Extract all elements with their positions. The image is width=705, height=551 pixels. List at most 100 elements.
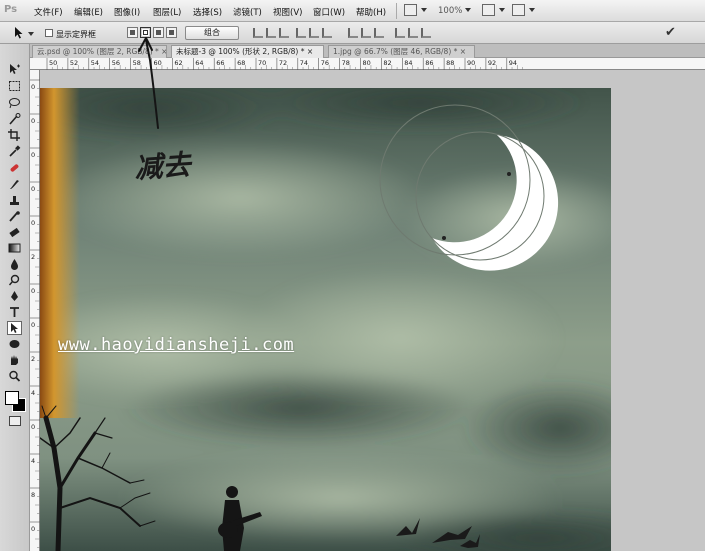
menu-filter[interactable]: 滤镜(T): [233, 6, 262, 18]
type-tool-icon[interactable]: [8, 306, 21, 318]
distribute-hcenter-icon[interactable]: [408, 28, 418, 38]
ruler-label: 4: [31, 457, 35, 465]
ruler-label: 80: [363, 59, 371, 67]
screen-mode-toggle-icon[interactable]: [512, 4, 525, 16]
vertical-ruler: 0 0 0 0 0 2 0 0 2 4 0 4 8 0: [30, 70, 40, 551]
move-tool-icon[interactable]: [8, 63, 21, 75]
add-to-shape-icon[interactable]: [127, 27, 138, 38]
combine-button[interactable]: 组合: [185, 26, 239, 40]
menu-layer[interactable]: 图层(L): [153, 6, 181, 18]
chevron-down-icon[interactable]: [28, 32, 34, 36]
align-vcenter-icon[interactable]: [266, 28, 276, 38]
foreground-color-swatch[interactable]: [5, 391, 19, 405]
ruler-label: 0: [31, 117, 35, 125]
quick-selection-tool-icon[interactable]: [8, 113, 21, 125]
distribute-right-icon[interactable]: [421, 28, 431, 38]
pen-tool-icon[interactable]: [8, 290, 21, 302]
chevron-down-icon[interactable]: [499, 8, 505, 12]
menu-image[interactable]: 图像(I): [114, 6, 140, 18]
sky-artwork[interactable]: [40, 88, 611, 551]
zoom-level[interactable]: 100%: [438, 6, 462, 16]
menu-view[interactable]: 视图(V): [273, 6, 302, 18]
subtract-from-shape-icon[interactable]: [140, 27, 151, 38]
ruler-label: 54: [91, 59, 99, 67]
ruler-label: 0: [31, 321, 35, 329]
chevron-down-icon[interactable]: [529, 8, 535, 12]
chevron-down-icon[interactable]: [421, 8, 427, 12]
document-tab-bar: 云.psd @ 100% (图层 2, RGB/8) * × 未标题-3 @ 1…: [30, 44, 705, 58]
ruler-label: 0: [31, 185, 35, 193]
quick-mask-icon[interactable]: [9, 416, 21, 426]
history-brush-tool-icon[interactable]: [8, 210, 21, 222]
crop-tool-icon[interactable]: [8, 129, 21, 141]
ruler-label: 56: [112, 59, 120, 67]
healing-brush-tool-icon[interactable]: [8, 162, 21, 174]
align-top-icon[interactable]: [253, 28, 263, 38]
blur-tool-icon[interactable]: [8, 258, 21, 270]
intersect-shape-icon[interactable]: [153, 27, 164, 38]
tab-document-1[interactable]: 云.psd @ 100% (图层 2, RGB/8) * ×: [32, 45, 167, 58]
ruler-label: 78: [342, 59, 350, 67]
show-bounding-box-checkbox[interactable]: [45, 29, 53, 37]
eyedropper-tool-icon[interactable]: [8, 145, 21, 157]
ruler-label: 2: [31, 253, 35, 261]
ruler-label: 70: [258, 59, 266, 67]
ruler-label: 0: [31, 525, 35, 533]
zoom-tool-icon[interactable]: [8, 370, 21, 382]
document-canvas[interactable]: www.haoyidiansheji.com: [40, 70, 705, 551]
tab-document-3[interactable]: 1.jpg @ 66.7% (图层 46, RGB/8) * ×: [328, 45, 475, 58]
show-bounding-box-label: 显示定界框: [56, 30, 96, 39]
menu-edit[interactable]: 编辑(E): [74, 6, 103, 18]
ruler-label: 8: [31, 491, 35, 499]
eraser-tool-icon[interactable]: [8, 226, 21, 238]
exclude-overlap-icon[interactable]: [166, 27, 177, 38]
align-left-icon[interactable]: [296, 28, 306, 38]
ruler-label: 0: [31, 151, 35, 159]
align-right-icon[interactable]: [322, 28, 332, 38]
hand-tool-icon[interactable]: [8, 354, 21, 366]
ruler-label: 64: [195, 59, 203, 67]
gradient-tool-icon[interactable]: [8, 242, 21, 254]
ruler-label: 4: [31, 389, 35, 397]
screen-mode-icon[interactable]: [404, 4, 417, 16]
ruler-label: 76: [321, 59, 329, 67]
chevron-down-icon[interactable]: [465, 8, 471, 12]
lasso-tool-icon[interactable]: [8, 97, 21, 109]
distribute-top-icon[interactable]: [348, 28, 358, 38]
ruler-label: 66: [216, 59, 224, 67]
align-bottom-icon[interactable]: [279, 28, 289, 38]
ruler-label: 50: [49, 59, 57, 67]
menu-file[interactable]: 文件(F): [34, 6, 63, 18]
watermark-text: www.haoyidiansheji.com: [58, 335, 295, 355]
menu-select[interactable]: 选择(S): [193, 6, 222, 18]
ruler-label: 72: [279, 59, 287, 67]
tab-document-2[interactable]: 未标题-3 @ 100% (形状 2, RGB/8) * ×: [171, 45, 324, 58]
anchor-point: [507, 172, 511, 176]
align-hcenter-icon[interactable]: [309, 28, 319, 38]
handwritten-note: 减去: [133, 148, 192, 185]
options-bar: 显示定界框 组合 ✔: [0, 22, 705, 44]
dodge-tool-icon[interactable]: [8, 274, 21, 286]
path-selection-tool-icon[interactable]: [8, 322, 21, 334]
arrange-documents-icon[interactable]: [482, 4, 495, 16]
menu-help[interactable]: 帮助(H): [356, 6, 386, 18]
anchor-point: [442, 236, 446, 240]
orange-light-leak: [40, 88, 80, 418]
ruler-label: 92: [488, 59, 496, 67]
brush-tool-icon[interactable]: [8, 178, 21, 190]
path-selection-icon[interactable]: [14, 27, 24, 39]
commit-check-icon[interactable]: ✔: [665, 25, 676, 40]
distribute-bottom-icon[interactable]: [374, 28, 384, 38]
distribute-left-icon[interactable]: [395, 28, 405, 38]
ruler-label: 60: [154, 59, 162, 67]
distribute-vcenter-icon[interactable]: [361, 28, 371, 38]
menu-separator: [396, 3, 397, 19]
horizontal-ruler: 50 52 54 56 58 60 62 64 66 68 70 72 74 76 78 80 82 84 86 88…: [30, 58, 705, 70]
shape-tool-icon[interactable]: [8, 338, 21, 350]
ruler-label: 90: [467, 59, 475, 67]
menu-window[interactable]: 窗口(W): [313, 6, 345, 18]
ruler-label: 2: [31, 355, 35, 363]
marquee-tool-icon[interactable]: [8, 80, 21, 92]
ruler-label: 58: [133, 59, 141, 67]
clone-stamp-tool-icon[interactable]: [8, 194, 21, 206]
